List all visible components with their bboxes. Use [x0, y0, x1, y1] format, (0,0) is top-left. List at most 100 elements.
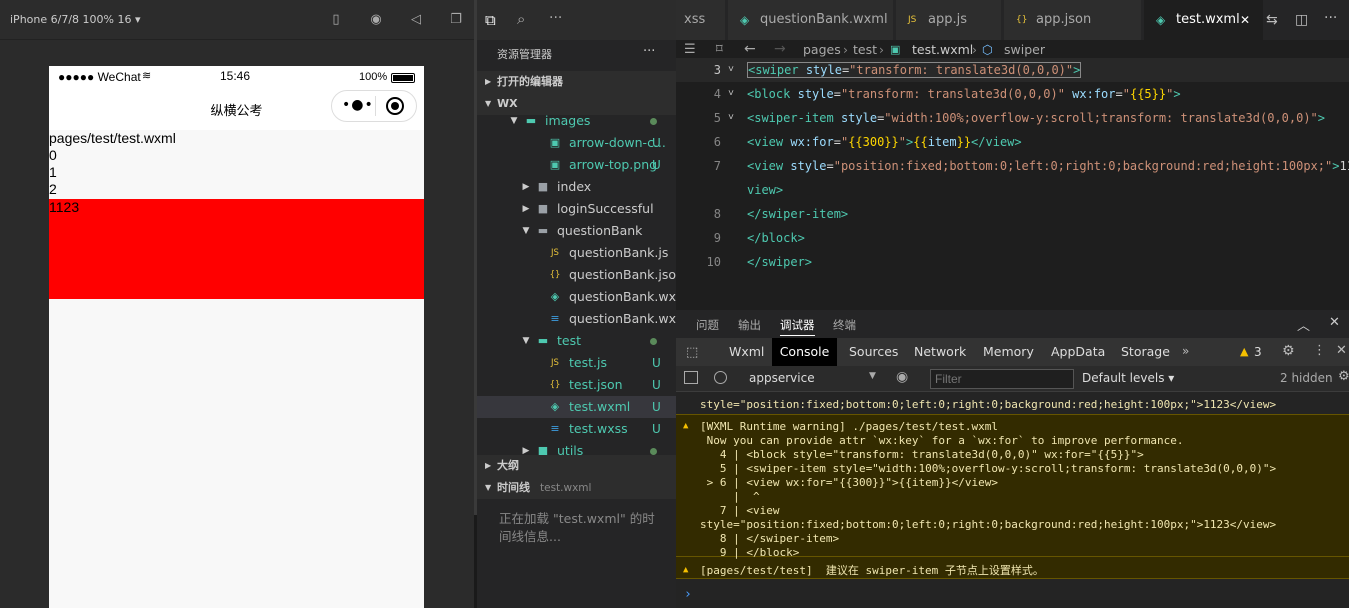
code-line[interactable]: 3 ˅ <swiper style="transform: translate3d(… [676, 58, 1349, 82]
context-select[interactable]: appservice [749, 371, 815, 385]
file-tree-label: loginSuccessful [557, 201, 654, 216]
inspect-icon[interactable]: ⬚ [686, 345, 698, 360]
clear-console-icon[interactable] [714, 371, 727, 384]
breadcrumb-item[interactable]: pages [803, 43, 841, 57]
forward-icon[interactable]: → [774, 42, 786, 56]
more-icon[interactable]: ··· [549, 10, 562, 26]
more-icon[interactable]: •●• [342, 97, 374, 113]
devtools-tab-sources[interactable]: Sources [849, 338, 898, 366]
code-line[interactable]: 6 <view wx:for="{{300}}">{{item}}</view> [676, 130, 1349, 154]
close-tab-icon[interactable]: ✕ [1240, 0, 1250, 40]
console-prompt[interactable]: › [684, 588, 724, 602]
wxml-file-icon: ◈ [550, 290, 560, 303]
outline-section[interactable]: ▶ 大纲 [477, 455, 676, 477]
outline-label: 大纲 [497, 459, 519, 472]
volume-icon[interactable]: ◁ [408, 12, 424, 28]
panel-tab-problems[interactable]: 问题 [696, 317, 719, 333]
devtools-tab-wxml[interactable]: Wxml [729, 338, 764, 366]
gear-icon[interactable]: ⚙ [1338, 369, 1349, 384]
file-tree-item[interactable]: JS questionBank.js [477, 242, 676, 264]
devtools-tab-appdata[interactable]: AppData [1051, 338, 1105, 366]
warning-line: 5 | <swiper-item style="width:100%;overf… [700, 462, 1277, 475]
devtools-tab-memory[interactable]: Memory [983, 338, 1034, 366]
search-icon[interactable]: ⌕ [517, 10, 525, 28]
warning-count[interactable]: 3 [1254, 345, 1262, 359]
more-tabs-icon[interactable]: » [1182, 344, 1189, 358]
fold-chevron-icon[interactable]: ˅ [728, 106, 734, 130]
sidebar-toggle-icon[interactable] [684, 371, 698, 384]
code-line[interactable]: 9 </block> [676, 226, 1349, 250]
breadcrumb-item[interactable]: swiper [1004, 43, 1045, 57]
breadcrumb-item[interactable]: test [853, 43, 877, 57]
file-tree-item[interactable]: ▶ ■ index [477, 176, 676, 198]
code-line[interactable]: view> [676, 178, 1349, 202]
chevron-down-icon: ▼ [869, 371, 876, 381]
devtools-tab-console[interactable]: Console [772, 338, 837, 366]
console-output[interactable]: style="position:fixed;bottom:0;left:0;ri… [676, 392, 1349, 608]
editor-tab[interactable]: {} app.json [1004, 0, 1142, 40]
file-tree-item[interactable]: {} test.json U [477, 374, 676, 396]
device-select[interactable]: iPhone 6/7/8 100% 16 ▾ [10, 13, 141, 26]
file-tree-item[interactable]: ▼ ▬ questionBank [477, 220, 676, 242]
file-tree-item[interactable]: ▼ ▬ test [477, 330, 676, 352]
fold-chevron-icon[interactable]: ˅ [728, 82, 734, 106]
code-line[interactable]: 7 <view style="position:fixed;bottom:0;le… [676, 154, 1349, 178]
chevron-up-icon[interactable]: ︿ [1297, 315, 1310, 334]
file-tree-item[interactable]: ≡ test.wxss U [477, 418, 676, 440]
bookmark-icon[interactable]: ⌑ [716, 43, 723, 57]
files-icon[interactable]: ⧉ [485, 11, 496, 29]
file-tree-item[interactable]: ▣ arrow-down-c... U [477, 132, 676, 154]
close-icon[interactable]: ✕ [1329, 315, 1340, 330]
root-folder-label: WX [497, 97, 518, 110]
timeline-section[interactable]: ▼ 时间线 test.wxml [477, 477, 676, 499]
filter-input[interactable] [930, 369, 1074, 389]
panel-tab-terminal[interactable]: 终端 [833, 317, 856, 333]
record-icon[interactable]: ◉ [368, 12, 384, 28]
code-area[interactable]: 3 ˅ <swiper style="transform: translate3d(… [676, 58, 1349, 310]
editor-tab[interactable]: ◈ test.wxml ✕ [1144, 0, 1264, 40]
back-icon[interactable]: ← [744, 42, 756, 56]
kebab-icon[interactable]: ⋮ [1313, 343, 1326, 358]
eye-icon[interactable]: ◉ [896, 369, 908, 385]
chevron-right-icon: › [879, 42, 884, 57]
file-tree-item[interactable]: {} questionBank.json [477, 264, 676, 286]
devtools-tab-storage[interactable]: Storage [1121, 338, 1170, 366]
file-tree-item[interactable]: ≡ questionBank.wxss [477, 308, 676, 330]
file-tree-item[interactable]: ◈ test.wxml U [477, 396, 676, 418]
list-icon[interactable]: ☰ [684, 43, 696, 57]
editor-tab[interactable]: xss [676, 0, 726, 40]
source-control-icon[interactable]: ⇆ [1266, 12, 1278, 28]
wxml-icon: ▣ [890, 43, 901, 56]
chevron-right-icon: › [843, 42, 848, 57]
fold-chevron-icon[interactable]: ˅ [728, 58, 734, 82]
file-tree-item[interactable]: ▶ ■ utils [477, 440, 676, 455]
breadcrumb-item[interactable]: test.wxml [912, 43, 973, 57]
file-tree-item[interactable]: ◈ questionBank.wxml [477, 286, 676, 308]
gear-icon[interactable]: ⚙ [1282, 343, 1295, 359]
file-tree-item[interactable]: ▣ arrow-top.png U [477, 154, 676, 176]
more-icon[interactable]: ··· [1324, 10, 1337, 26]
wx-root-section[interactable]: ▼ WX [477, 93, 676, 115]
menu-capsule[interactable]: •●• [331, 90, 417, 122]
close-mini-icon[interactable] [386, 97, 404, 115]
file-tree-item[interactable]: ▼ ▬ images [477, 115, 676, 132]
editor-tab[interactable]: JS app.js [896, 0, 1002, 40]
explorer-more-button[interactable]: ··· [643, 44, 655, 59]
window-icon[interactable]: ❐ [448, 12, 464, 28]
close-icon[interactable]: ✕ [1336, 343, 1347, 358]
devtools-tab-network[interactable]: Network [914, 338, 966, 366]
file-tree-item[interactable]: ▶ ■ loginSuccessful [477, 198, 676, 220]
folder-icon: ■ [537, 444, 549, 455]
panel-tab-debugger[interactable]: 调试器 [780, 317, 815, 336]
code-line[interactable]: 10 </swiper> [676, 250, 1349, 274]
split-editor-icon[interactable]: ◫ [1295, 12, 1308, 28]
phone-icon[interactable]: ▯ [328, 12, 344, 28]
code-line[interactable]: 8 </swiper-item> [676, 202, 1349, 226]
code-line[interactable]: 4 ˅ <block style="transform: translate3d(0… [676, 82, 1349, 106]
panel-tab-output[interactable]: 输出 [738, 317, 761, 333]
open-editors-section[interactable]: ▶ 打开的编辑器 [477, 71, 676, 93]
code-line[interactable]: 5 ˅ <swiper-item style="width:100%;overflo… [676, 106, 1349, 130]
log-levels-select[interactable]: Default levels ▾ [1082, 371, 1174, 385]
editor-tab[interactable]: ◈ questionBank.wxml [728, 0, 894, 40]
file-tree-item[interactable]: JS test.js U [477, 352, 676, 374]
